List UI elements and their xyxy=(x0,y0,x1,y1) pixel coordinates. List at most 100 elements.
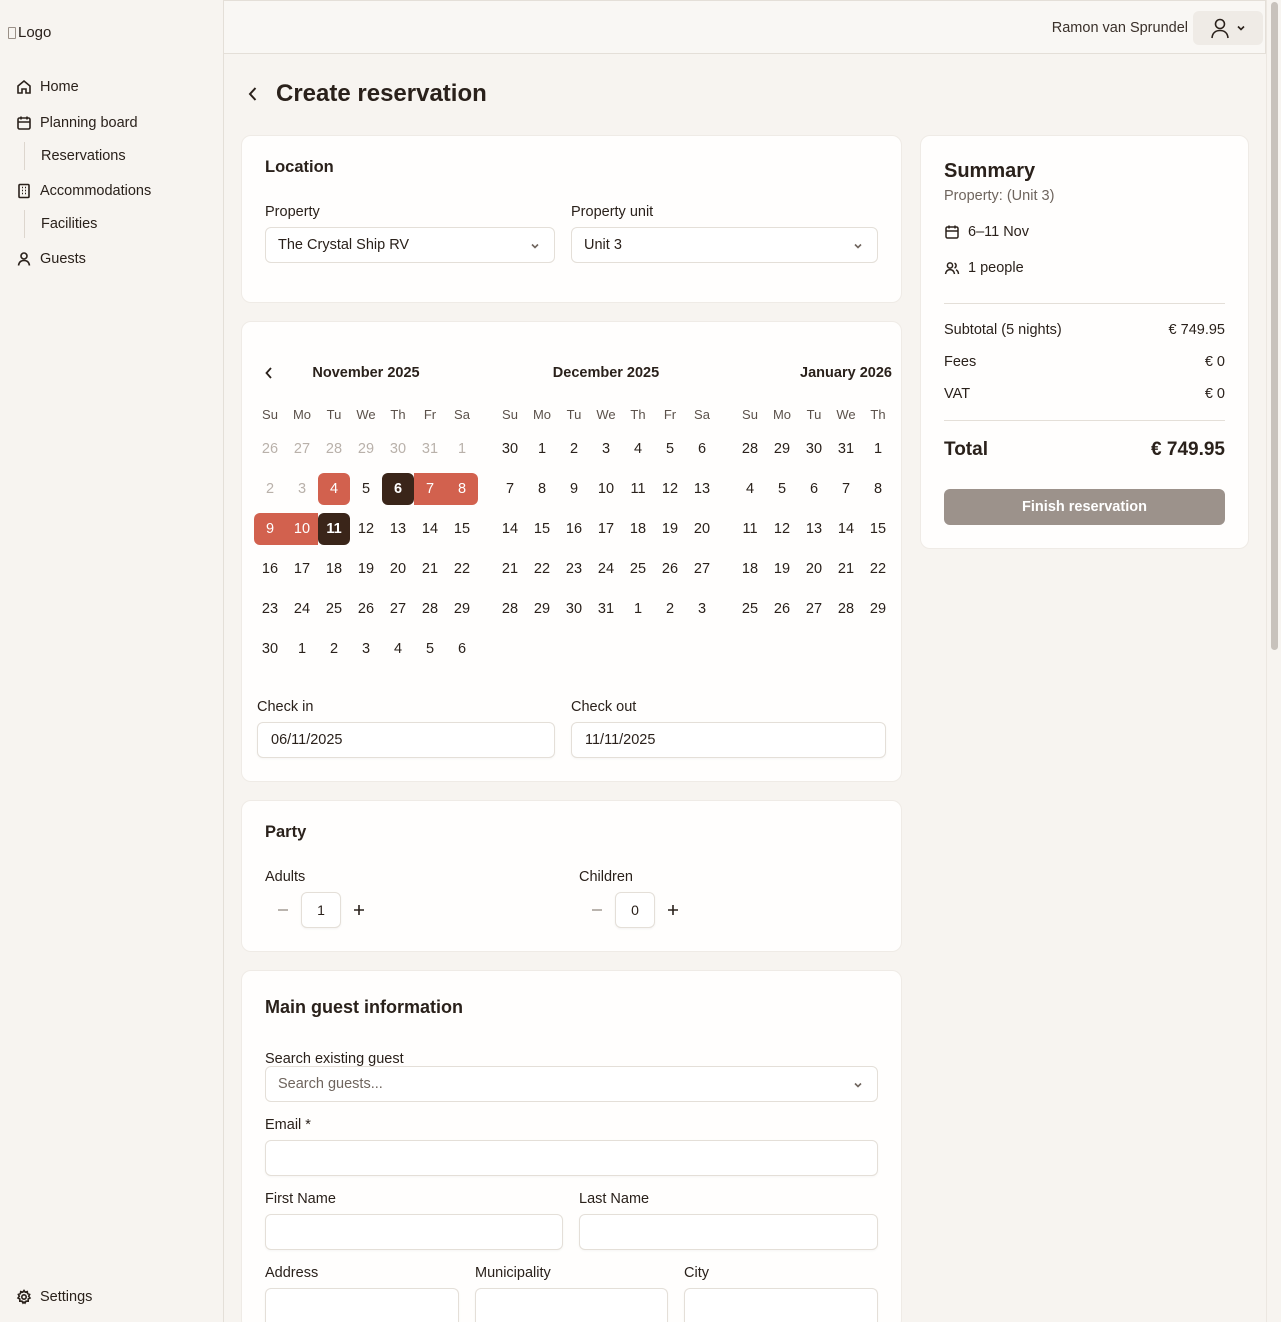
calendar-day[interactable]: 8 xyxy=(862,473,894,505)
calendar-day[interactable]: 10 xyxy=(286,513,318,545)
calendar-day[interactable]: 5 xyxy=(654,433,686,465)
back-button[interactable] xyxy=(242,83,264,105)
sidebar-item-guests[interactable]: Guests xyxy=(16,251,86,267)
calendar-day[interactable]: 31 xyxy=(830,433,862,465)
calendar-day[interactable]: 26 xyxy=(766,593,798,625)
calendar-day[interactable]: 18 xyxy=(318,553,350,585)
calendar-day[interactable]: 2 xyxy=(558,433,590,465)
adults-increment-button[interactable] xyxy=(347,898,371,922)
calendar-day[interactable]: 29 xyxy=(766,433,798,465)
municipality-field[interactable] xyxy=(475,1288,668,1322)
check-out-input[interactable]: 11/11/2025 xyxy=(571,722,886,758)
calendar-day[interactable]: 3 xyxy=(286,473,318,505)
calendar-day[interactable]: 29 xyxy=(862,593,894,625)
calendar-day[interactable]: 23 xyxy=(558,553,590,585)
calendar-day[interactable]: 6 xyxy=(798,473,830,505)
calendar-day[interactable]: 20 xyxy=(686,513,718,545)
calendar-day[interactable]: 7 xyxy=(414,473,446,505)
calendar-day[interactable]: 3 xyxy=(590,433,622,465)
scrollbar-thumb[interactable] xyxy=(1271,2,1278,650)
calendar-day[interactable]: 22 xyxy=(862,553,894,585)
calendar-day[interactable]: 1 xyxy=(446,433,478,465)
children-decrement-button[interactable] xyxy=(585,898,609,922)
calendar-day[interactable]: 4 xyxy=(622,433,654,465)
calendar-day[interactable]: 9 xyxy=(894,473,901,505)
calendar-day[interactable]: 28 xyxy=(414,593,446,625)
sidebar-item-reservations[interactable]: Reservations xyxy=(24,142,126,170)
sidebar-item-home[interactable]: Home xyxy=(16,79,79,95)
calendar-day[interactable]: 9 xyxy=(254,513,286,545)
calendar-prev-button[interactable] xyxy=(258,362,280,384)
calendar-day[interactable]: 25 xyxy=(734,593,766,625)
calendar-day[interactable]: 23 xyxy=(894,553,901,585)
calendar-day[interactable]: 15 xyxy=(446,513,478,545)
calendar-day[interactable]: 10 xyxy=(590,473,622,505)
calendar-day[interactable]: 8 xyxy=(446,473,478,505)
calendar-day[interactable]: 16 xyxy=(254,553,286,585)
sidebar-item-settings[interactable]: Settings xyxy=(16,1289,92,1305)
sidebar-item-accommodations[interactable]: Accommodations xyxy=(16,183,151,199)
calendar-day[interactable]: 1 xyxy=(862,433,894,465)
calendar-day[interactable]: 19 xyxy=(766,553,798,585)
calendar-day[interactable]: 21 xyxy=(494,553,526,585)
property-unit-select[interactable]: Unit 3 xyxy=(571,227,878,263)
calendar-day[interactable]: 13 xyxy=(382,513,414,545)
calendar-day[interactable]: 8 xyxy=(526,473,558,505)
calendar-day[interactable]: 13 xyxy=(798,513,830,545)
calendar-day[interactable]: 18 xyxy=(622,513,654,545)
calendar-day[interactable]: 31 xyxy=(590,593,622,625)
calendar-day[interactable]: 2 xyxy=(254,473,286,505)
calendar-day[interactable]: 2 xyxy=(894,433,901,465)
calendar-day[interactable]: 27 xyxy=(286,433,318,465)
email-field[interactable] xyxy=(265,1140,878,1176)
calendar-day[interactable]: 5 xyxy=(414,633,446,665)
calendar-day[interactable]: 12 xyxy=(350,513,382,545)
calendar-day-check-out[interactable]: 11 xyxy=(318,513,350,545)
calendar-day[interactable]: 18 xyxy=(734,553,766,585)
calendar-day[interactable]: 27 xyxy=(686,553,718,585)
calendar-day[interactable]: 9 xyxy=(558,473,590,505)
calendar-day[interactable]: 19 xyxy=(350,553,382,585)
calendar-day[interactable]: 17 xyxy=(590,513,622,545)
calendar-day[interactable]: 7 xyxy=(830,473,862,505)
calendar-day[interactable]: 28 xyxy=(318,433,350,465)
calendar-day[interactable]: 20 xyxy=(382,553,414,585)
calendar-day[interactable]: 27 xyxy=(382,593,414,625)
calendar-day[interactable]: 27 xyxy=(798,593,830,625)
calendar-day[interactable]: 26 xyxy=(254,433,286,465)
adults-stepper-value[interactable]: 1 xyxy=(301,892,341,928)
calendar-day[interactable]: 13 xyxy=(686,473,718,505)
calendar-day-check-in[interactable]: 6 xyxy=(382,473,414,505)
calendar-day[interactable]: 30 xyxy=(494,433,526,465)
calendar-day[interactable]: 1 xyxy=(526,433,558,465)
calendar-day[interactable]: 6 xyxy=(446,633,478,665)
adults-decrement-button[interactable] xyxy=(271,898,295,922)
calendar-day[interactable]: 24 xyxy=(286,593,318,625)
calendar-day[interactable]: 30 xyxy=(798,433,830,465)
calendar-day[interactable]: 21 xyxy=(414,553,446,585)
address-field[interactable] xyxy=(265,1288,459,1322)
calendar-day[interactable]: 30 xyxy=(382,433,414,465)
calendar-day[interactable]: 25 xyxy=(318,593,350,625)
logo[interactable]: Logo xyxy=(8,24,51,41)
last-name-field[interactable] xyxy=(579,1214,878,1250)
calendar-day[interactable]: 4 xyxy=(382,633,414,665)
calendar-day[interactable]: 3 xyxy=(686,593,718,625)
calendar-day[interactable]: 3 xyxy=(350,633,382,665)
calendar-day[interactable]: 16 xyxy=(558,513,590,545)
calendar-day[interactable]: 29 xyxy=(526,593,558,625)
city-field[interactable] xyxy=(684,1288,878,1322)
calendar-day[interactable]: 22 xyxy=(526,553,558,585)
calendar-day[interactable]: 1 xyxy=(286,633,318,665)
calendar-day[interactable]: 21 xyxy=(830,553,862,585)
scrollbar[interactable] xyxy=(1266,0,1281,1322)
calendar-day[interactable]: 30 xyxy=(254,633,286,665)
calendar-day[interactable]: 26 xyxy=(654,553,686,585)
calendar-day[interactable]: 14 xyxy=(494,513,526,545)
children-stepper-value[interactable]: 0 xyxy=(615,892,655,928)
calendar-day[interactable]: 11 xyxy=(734,513,766,545)
calendar-day[interactable]: 12 xyxy=(766,513,798,545)
calendar-day[interactable]: 25 xyxy=(622,553,654,585)
calendar-day[interactable]: 6 xyxy=(686,433,718,465)
calendar-day[interactable]: 12 xyxy=(654,473,686,505)
